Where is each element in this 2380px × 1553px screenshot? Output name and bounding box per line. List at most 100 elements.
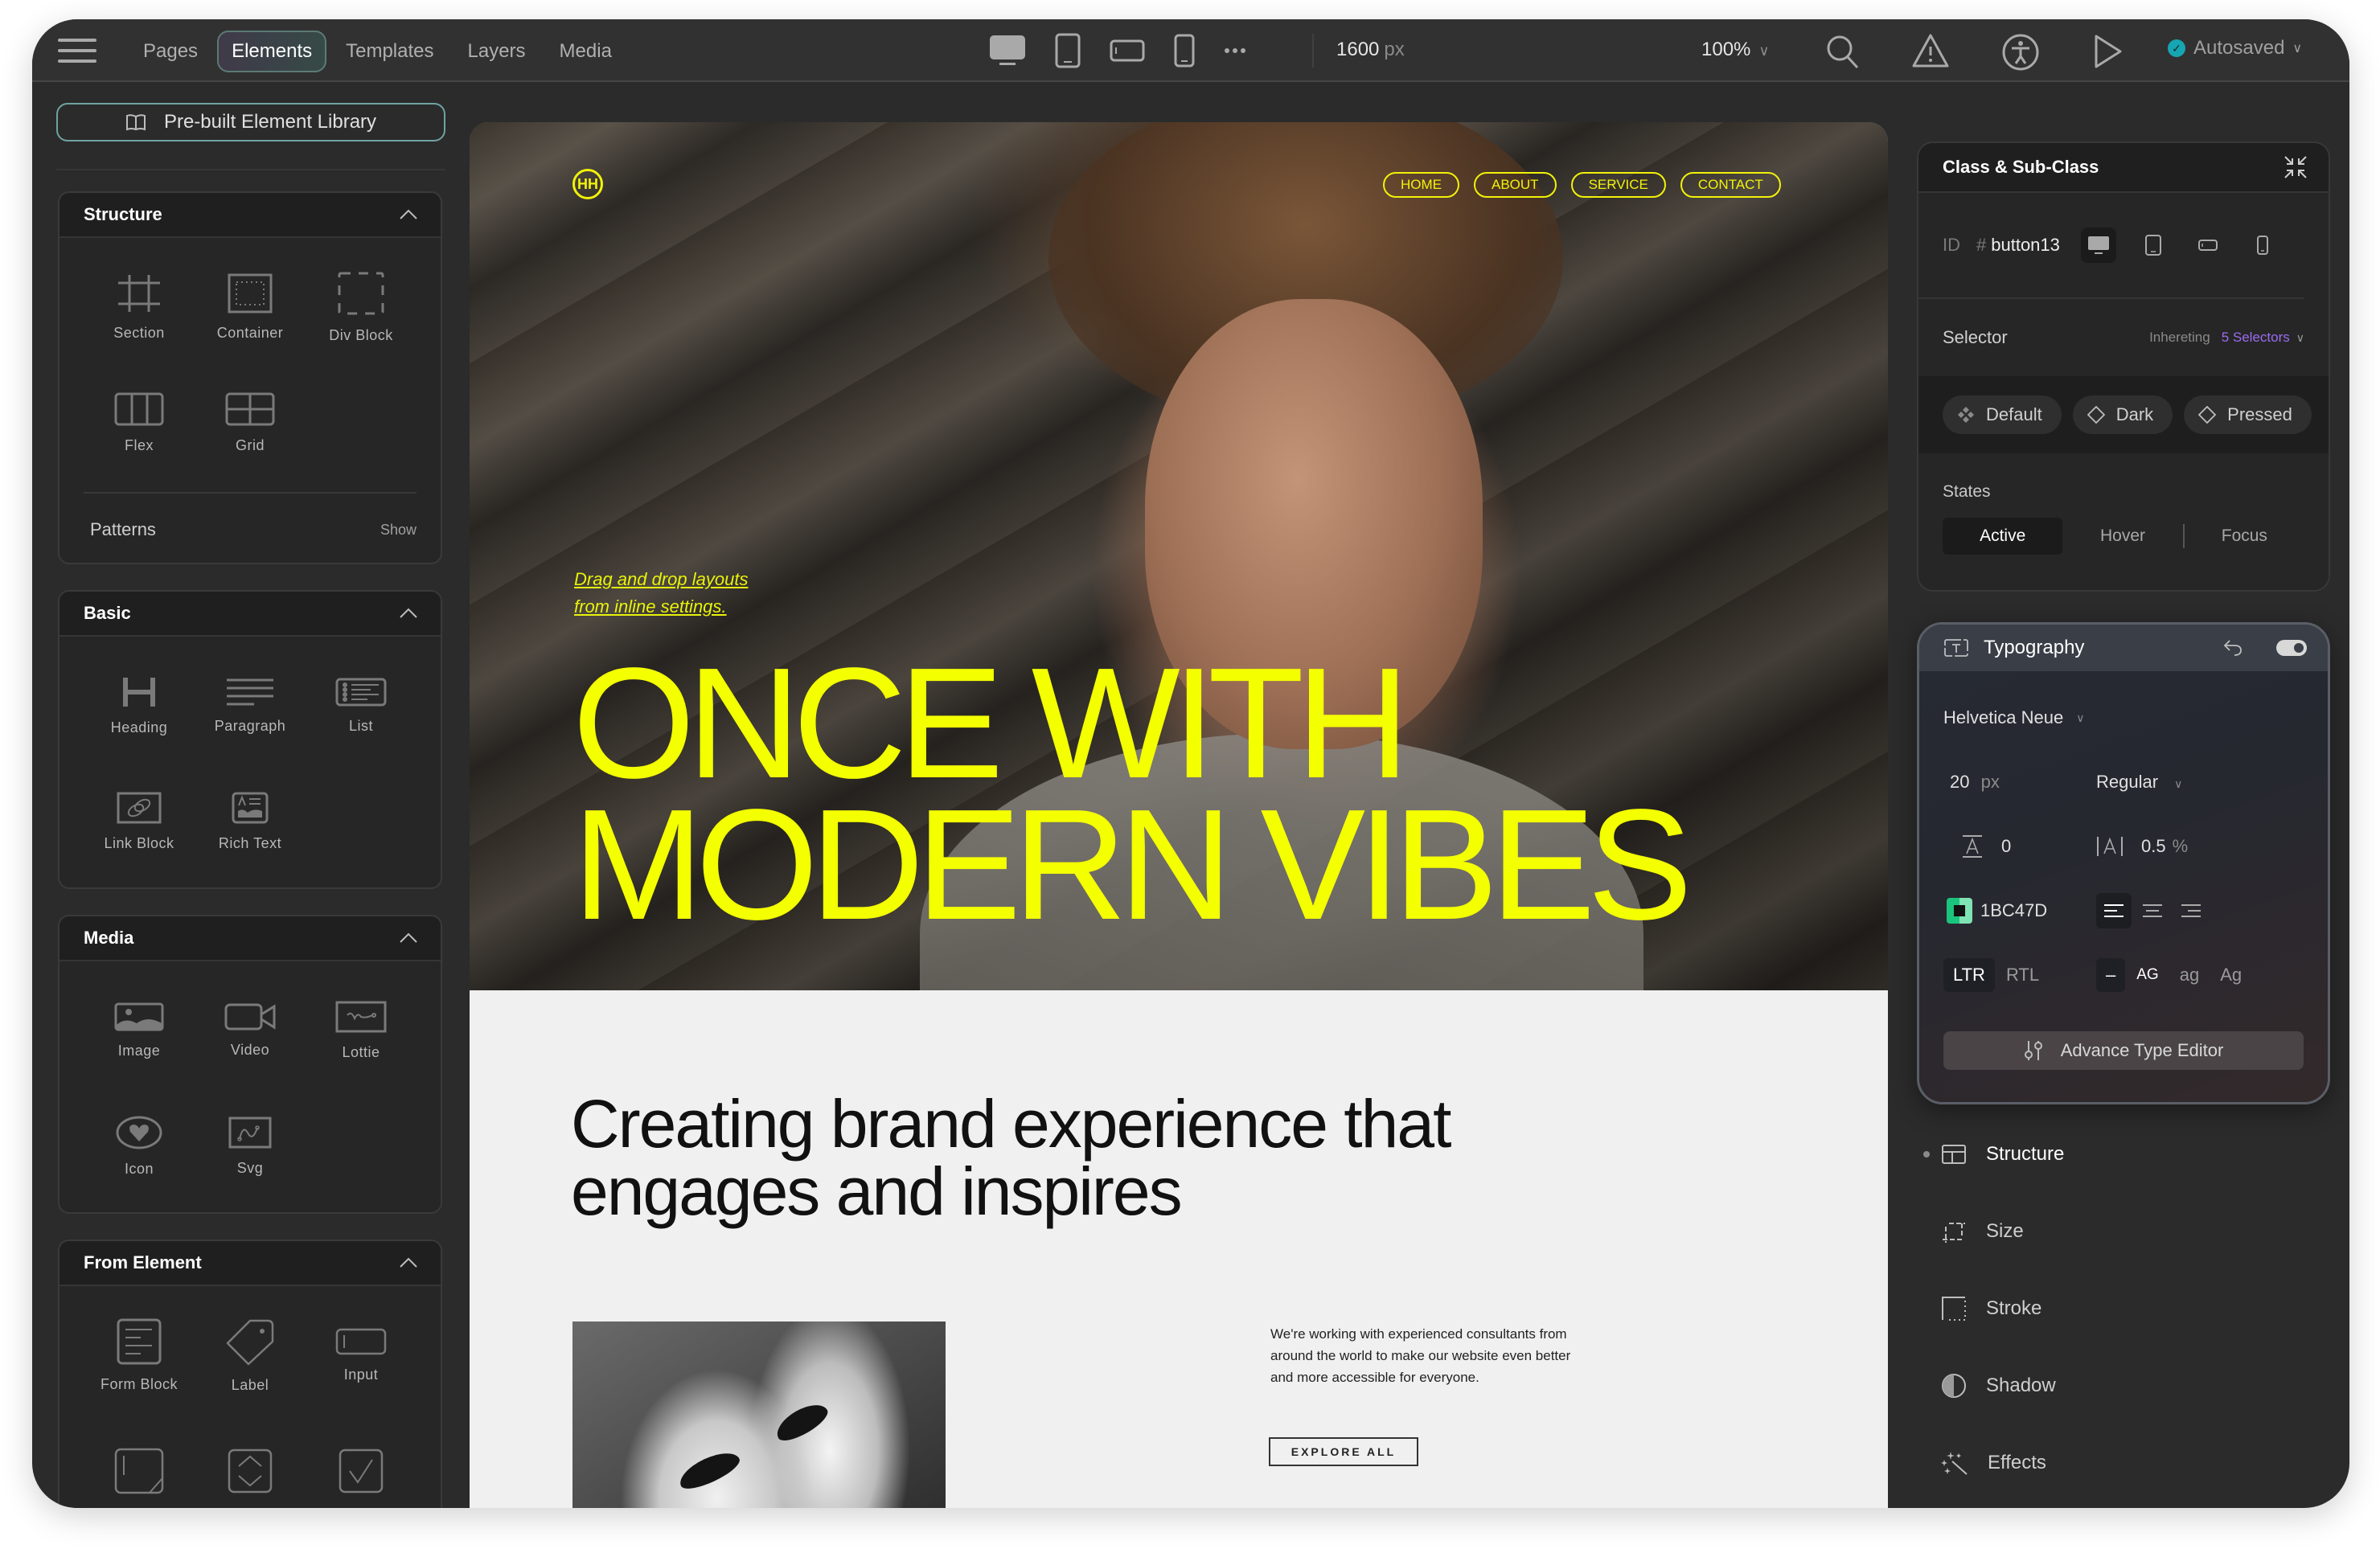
design-canvas[interactable]: HH HOME ABOUT SERVICE CONTACT Drag and d… [470, 122, 1888, 1508]
patterns-show-button[interactable]: Show [380, 522, 416, 539]
element-label: Div Block [329, 326, 393, 343]
section-label: Stroke [1986, 1297, 2042, 1319]
state-hover[interactable]: Hover [2062, 518, 2182, 555]
element-id-input[interactable]: button13 [1991, 235, 2060, 256]
accessibility-icon[interactable] [2002, 34, 2039, 75]
mobile-landscape-icon[interactable] [1110, 39, 1145, 62]
section-structure[interactable]: Structure [1917, 1116, 2330, 1193]
sneaker-image[interactable] [572, 1321, 946, 1508]
pseudo-class-dropdown[interactable]: Psuedo Class ∨ [1918, 555, 2329, 590]
tablet-icon[interactable] [1055, 33, 1081, 68]
selectors-dropdown[interactable]: 5 Selectors [2222, 330, 2290, 346]
element-flex[interactable]: Flex [84, 365, 195, 481]
tab-layers[interactable]: Layers [453, 31, 540, 72]
state-focus[interactable]: Focus [2185, 518, 2304, 555]
element-video[interactable]: Video [195, 973, 306, 1088]
element-icon[interactable]: Icon [84, 1088, 195, 1204]
element-list[interactable]: List [306, 648, 416, 764]
element-select[interactable] [195, 1413, 306, 1508]
section-heading[interactable]: Creating brand experience that engages a… [571, 1090, 1536, 1225]
chip-default[interactable]: Default [1943, 395, 2062, 434]
site-nav-service[interactable]: SERVICE [1570, 172, 1666, 198]
search-icon[interactable] [1825, 34, 1861, 73]
section-body-text[interactable]: We're working with experienced consultan… [1270, 1323, 1576, 1388]
line-height-input[interactable]: 0 [1943, 834, 2096, 858]
group-structure-header[interactable]: Structure [60, 193, 441, 238]
warning-icon[interactable] [1912, 34, 1949, 72]
case-upper[interactable]: AG [2127, 960, 2168, 990]
tab-pages[interactable]: Pages [129, 31, 212, 72]
element-rich-text[interactable]: Rich Text [195, 764, 306, 879]
element-grid[interactable]: Grid [195, 365, 306, 481]
collapse-icon[interactable] [2284, 155, 2308, 179]
element-input[interactable]: Input [306, 1297, 416, 1413]
mobile-landscape-icon[interactable] [2190, 227, 2226, 263]
play-preview-icon[interactable] [2094, 34, 2123, 73]
element-paragraph[interactable]: Paragraph [195, 648, 306, 764]
mobile-portrait-icon[interactable] [2245, 227, 2280, 263]
direction-ltr[interactable]: LTR [1943, 958, 1995, 992]
chip-pressed[interactable]: Pressed [2184, 395, 2312, 434]
element-svg[interactable]: Svg [195, 1088, 306, 1204]
menu-icon[interactable] [58, 39, 96, 63]
zoom-dropdown[interactable]: 100% ∨ [1701, 39, 1770, 61]
mobile-portrait-icon[interactable] [1174, 34, 1195, 68]
canvas-width-input[interactable]: 1600 px [1336, 39, 1405, 61]
element-label-field[interactable]: Label [195, 1297, 306, 1413]
section-label: Size [1986, 1220, 2024, 1242]
element-form-block[interactable]: Form Block [84, 1297, 195, 1413]
hero-headline[interactable]: ONCE WITH MODERN VIBES [572, 645, 1693, 944]
explore-all-button[interactable]: EXPLORE ALL [1269, 1437, 1418, 1466]
align-right-icon[interactable] [2173, 893, 2209, 928]
prebuilt-library-button[interactable]: Pre-built Element Library [56, 103, 445, 141]
site-nav-contact[interactable]: CONTACT [1680, 172, 1781, 198]
site-logo[interactable]: HH [572, 169, 603, 199]
element-lottie[interactable]: Lottie [306, 973, 416, 1088]
tablet-icon[interactable] [2136, 227, 2171, 263]
align-left-icon[interactable] [2096, 893, 2132, 928]
autosave-status[interactable]: ✓ Autosaved ∨ [2168, 37, 2302, 59]
tab-elements[interactable]: Elements [217, 31, 327, 72]
font-weight-dropdown[interactable]: Regular ∨ [2096, 772, 2182, 793]
element-section[interactable]: Section [84, 249, 195, 365]
group-form-header[interactable]: From Element [60, 1241, 441, 1286]
hero-section[interactable]: HH HOME ABOUT SERVICE CONTACT Drag and d… [470, 122, 1888, 990]
element-div-block[interactable]: Div Block [306, 249, 416, 365]
desktop-icon[interactable] [2081, 227, 2116, 263]
site-nav-about[interactable]: ABOUT [1474, 172, 1557, 198]
section-size[interactable]: Size [1917, 1193, 2330, 1270]
element-container[interactable]: Container [195, 249, 306, 365]
element-image[interactable]: Image [84, 973, 195, 1088]
case-lower[interactable]: ag [2170, 958, 2209, 992]
direction-rtl[interactable]: RTL [1996, 958, 2049, 992]
section-stroke[interactable]: Stroke [1917, 1270, 2330, 1347]
element-heading[interactable]: Heading [84, 648, 195, 764]
letter-spacing-input[interactable]: 0.5% [2096, 835, 2188, 858]
tab-templates[interactable]: Templates [331, 31, 448, 72]
desktop-icon[interactable] [989, 35, 1026, 67]
hero-tagline-link[interactable]: Drag and drop layouts from inline settin… [574, 566, 748, 621]
font-size-input[interactable]: 20 px [1943, 772, 2096, 793]
undo-icon[interactable] [2223, 639, 2243, 657]
case-capitalize[interactable]: Ag [2210, 958, 2251, 992]
tab-media[interactable]: Media [545, 31, 626, 72]
chip-dark[interactable]: Dark [2072, 395, 2173, 434]
site-nav: HOME ABOUT SERVICE CONTACT [1383, 172, 1781, 198]
more-icon[interactable] [1224, 47, 1246, 54]
element-link-block[interactable]: Link Block [84, 764, 195, 879]
group-basic-header[interactable]: Basic [60, 592, 441, 637]
section-effects[interactable]: Effects [1917, 1424, 2330, 1502]
site-nav-home[interactable]: HOME [1383, 172, 1459, 198]
font-family-dropdown[interactable]: Helvetica Neue ∨ [1919, 686, 2328, 750]
font-size-unit: px [1980, 772, 2000, 792]
element-checkbox[interactable] [306, 1413, 416, 1508]
case-none[interactable]: – [2096, 958, 2126, 992]
typography-toggle[interactable] [2276, 640, 2307, 656]
text-color-picker[interactable]: 1BC47D [1943, 898, 2096, 924]
state-active[interactable]: Active [1943, 518, 2063, 555]
group-media-header[interactable]: Media [60, 916, 441, 961]
advance-type-editor-button[interactable]: Advance Type Editor [1943, 1031, 2304, 1070]
align-center-icon[interactable] [2135, 893, 2170, 928]
element-textarea[interactable] [84, 1413, 195, 1508]
section-shadow[interactable]: Shadow [1917, 1347, 2330, 1424]
